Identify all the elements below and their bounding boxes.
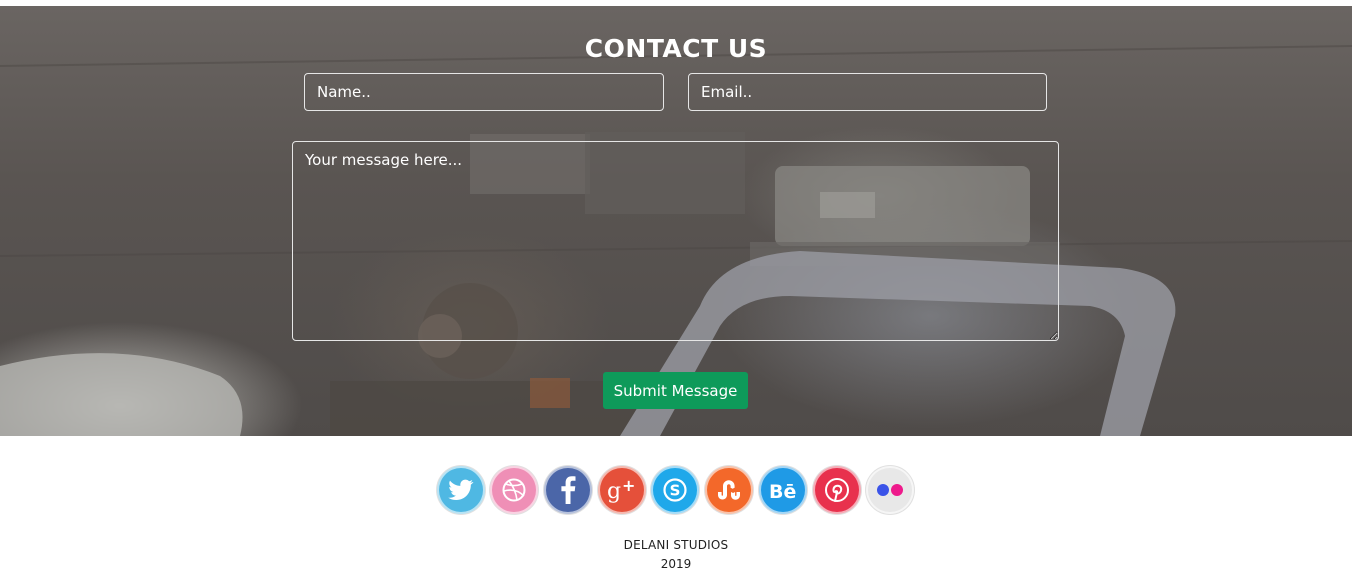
social-links: g + S Bē [0, 466, 1352, 516]
email-input[interactable] [688, 73, 1047, 111]
pinterest-icon[interactable] [813, 466, 861, 514]
footer-brand: DELANI STUDIOS [623, 538, 729, 552]
message-textarea[interactable] [292, 141, 1059, 341]
dribbble-icon[interactable] [490, 466, 538, 514]
submit-message-button[interactable]: Submit Message [603, 372, 748, 409]
flickr-icon[interactable] [866, 466, 914, 514]
footer-year: 2019 [660, 557, 692, 571]
name-input[interactable] [304, 73, 664, 111]
stumbleupon-icon[interactable] [705, 466, 753, 514]
svg-text:+: + [622, 477, 635, 495]
contact-title: CONTACT US [584, 34, 768, 63]
google-plus-icon[interactable]: g + [598, 466, 646, 514]
skype-icon[interactable]: S [651, 466, 699, 514]
svg-text:g: g [607, 479, 621, 503]
svg-text:S: S [670, 482, 681, 500]
svg-text:Bē: Bē [769, 481, 796, 501]
contact-section: CONTACT US Submit Message [0, 6, 1352, 436]
facebook-icon[interactable] [544, 466, 592, 514]
twitter-icon[interactable] [437, 466, 485, 514]
behance-icon[interactable]: Bē [759, 466, 807, 514]
